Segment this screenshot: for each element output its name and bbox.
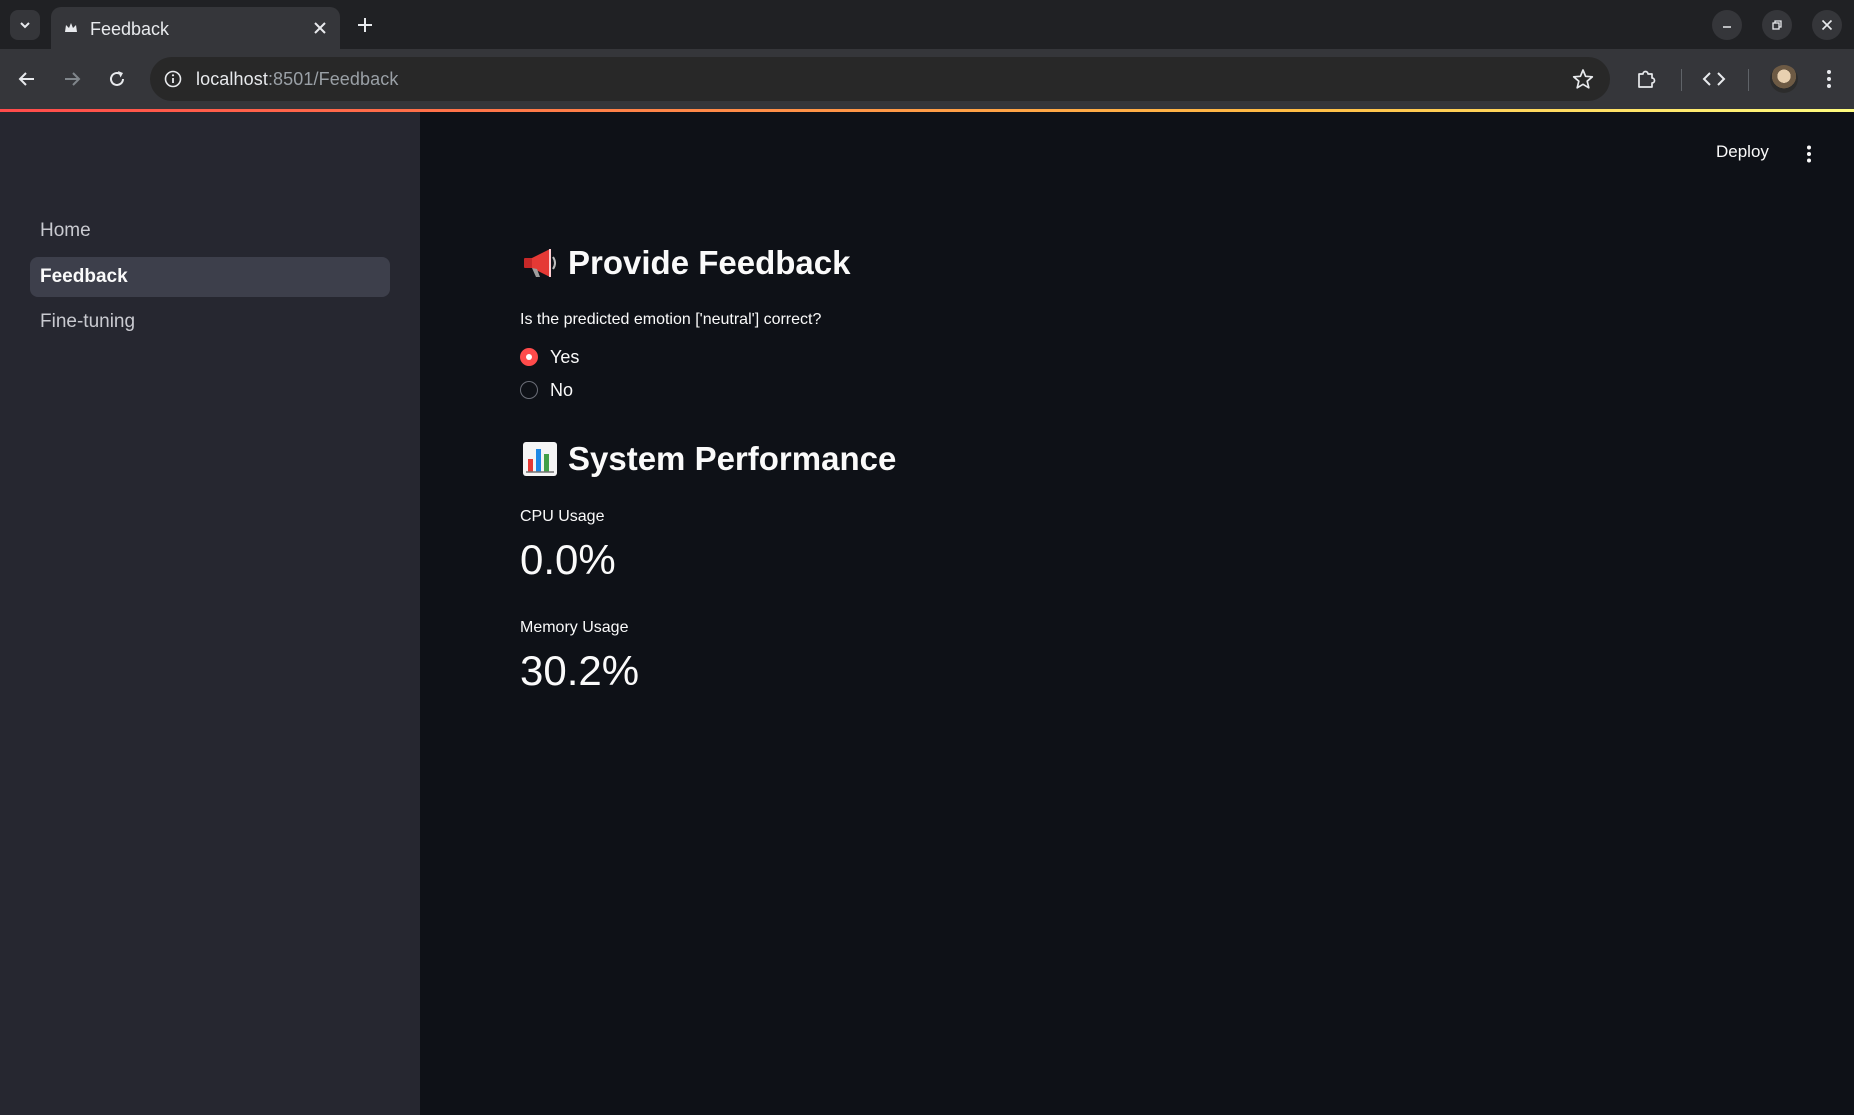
close-icon <box>314 22 326 34</box>
forward-button[interactable] <box>59 66 85 92</box>
minimize-button[interactable] <box>1712 10 1742 40</box>
radio-label-yes: Yes <box>550 346 580 367</box>
bar-chart-icon <box>523 442 557 476</box>
radio-unchecked-indicator <box>520 381 538 399</box>
site-info-button[interactable] <box>162 68 184 90</box>
app-menu-button[interactable] <box>1797 140 1821 168</box>
browser-toolbar: localhost:8501/Feedback <box>0 49 1854 110</box>
devtools-button[interactable] <box>1701 66 1727 92</box>
sidebar-item-label: Home <box>40 220 91 241</box>
crown-favicon-icon <box>65 23 77 32</box>
new-tab-button[interactable] <box>354 14 376 36</box>
extensions-button[interactable] <box>1633 66 1659 92</box>
feedback-heading: Provide Feedback <box>520 243 850 283</box>
sidebar-item-label: Fine-tuning <box>40 311 136 332</box>
url-path: :8501/Feedback <box>267 69 399 89</box>
radio-label-no: No <box>550 379 574 400</box>
sidebar: Home Feedback Fine-tuning <box>0 112 420 1115</box>
close-window-button[interactable] <box>1812 10 1842 40</box>
puzzle-icon <box>1638 70 1656 88</box>
feedback-question: Is the predicted emotion ['neutral'] cor… <box>520 311 822 328</box>
feedback-title: Provide Feedback <box>568 244 851 281</box>
profile-avatar[interactable] <box>1770 65 1798 93</box>
url-host: localhost <box>196 69 268 89</box>
performance-title: System Performance <box>568 440 897 477</box>
deploy-button[interactable]: Deploy <box>1716 142 1769 162</box>
sidebar-item-feedback[interactable]: Feedback <box>30 257 390 297</box>
plus-icon <box>358 18 372 32</box>
arrow-left-icon <box>18 72 34 86</box>
radio-no[interactable]: No <box>520 378 573 402</box>
restore-button[interactable] <box>1762 10 1792 40</box>
browser-menu-button[interactable] <box>1816 66 1842 92</box>
reload-button[interactable] <box>104 66 130 92</box>
restore-icon <box>1772 20 1782 30</box>
info-icon <box>164 70 182 88</box>
cpu-usage-value: 0.0% <box>520 536 616 583</box>
back-button[interactable] <box>14 66 40 92</box>
tab-title: Feedback <box>90 19 170 39</box>
sidebar-item-label: Feedback <box>40 266 128 287</box>
close-icon <box>1821 19 1833 31</box>
cpu-usage-label: CPU Usage <box>520 508 605 525</box>
reload-icon <box>110 71 124 86</box>
memory-usage-value: 30.2% <box>520 647 640 694</box>
browser-tab[interactable]: Feedback <box>51 7 340 49</box>
sidebar-item-home[interactable]: Home <box>30 211 390 251</box>
minimize-icon <box>1723 26 1731 28</box>
toolbar-divider <box>1748 69 1749 91</box>
toolbar-divider <box>1681 69 1682 91</box>
bookmark-star-icon[interactable] <box>1572 68 1594 90</box>
tab-close-button[interactable] <box>310 18 330 38</box>
memory-usage-label: Memory Usage <box>520 619 629 636</box>
vertical-dots-icon <box>1807 145 1811 163</box>
chevron-down-icon <box>20 22 30 29</box>
tab-search-button[interactable] <box>10 10 40 40</box>
url-text: localhost:8501/Feedback <box>196 69 398 90</box>
code-icon <box>1702 72 1726 86</box>
radio-checked-indicator <box>520 348 538 366</box>
megaphone-icon <box>524 249 556 277</box>
browser-tab-bar: Feedback <box>0 0 1854 49</box>
sidebar-item-fine-tuning[interactable]: Fine-tuning <box>30 302 390 342</box>
address-bar[interactable]: localhost:8501/Feedback <box>150 57 1610 101</box>
radio-yes[interactable]: Yes <box>520 345 579 369</box>
performance-heading: System Performance <box>520 439 896 479</box>
arrow-right-icon <box>65 72 81 86</box>
vertical-dots-icon <box>1827 70 1831 88</box>
